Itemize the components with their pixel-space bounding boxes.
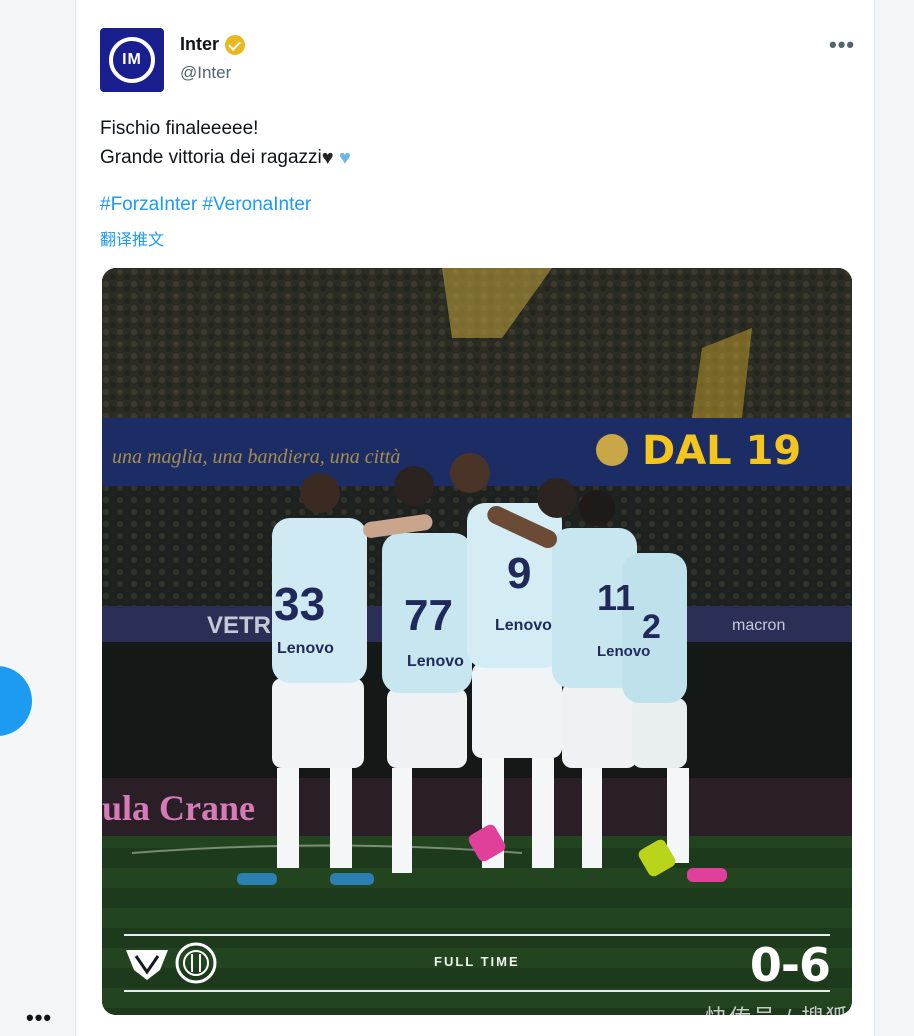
watermark: 快传号 / 搜狐 [705, 1005, 850, 1030]
ad-text-macron: macron [732, 617, 785, 634]
compose-button[interactable] [0, 666, 32, 736]
author-row: Inter [180, 34, 246, 55]
led-board-text: ula Crane [102, 788, 255, 828]
full-time-label: FULL TIME [434, 954, 520, 969]
jersey-number: 2 [642, 608, 661, 646]
hashtag-link[interactable]: #VeronaInter [202, 194, 311, 215]
jersey-number: 77 [404, 591, 453, 640]
score-bar: FULL TIME 0-6 [124, 934, 831, 992]
inter-logo-icon: IM [109, 37, 155, 83]
jersey-sponsor: Lenovo [407, 653, 464, 670]
translate-link[interactable]: 翻译推文 [100, 226, 164, 250]
match-score: 0-6 [749, 938, 831, 992]
more-menu-icon[interactable]: ••• [26, 1007, 52, 1029]
user-handle[interactable]: @Inter [180, 63, 231, 83]
left-sidebar: ••• [0, 0, 76, 1036]
tweet-line-1: Fischio finaleeeee! [100, 118, 259, 139]
verified-badge-icon [225, 34, 246, 55]
avatar-monogram: IM [122, 51, 142, 68]
tweet-line-2: Grande vittoria dei ragazzi♥ ♥ [100, 143, 351, 173]
tweet-line-2-text: Grande vittoria dei ragazzi [100, 147, 322, 168]
banner-motto: una maglia, una bandiera, una città [112, 446, 400, 468]
ad-text-vetr: VETR [207, 612, 271, 639]
hashtag-row: #ForzaInter #VeronaInter [100, 194, 311, 216]
jersey-sponsor: Lenovo [597, 643, 650, 660]
display-name[interactable]: Inter [180, 34, 219, 55]
verona-badge-icon [596, 434, 628, 466]
match-photo: una maglia, una bandiera, una città DAL … [102, 268, 852, 1015]
jersey-number: 9 [507, 549, 531, 598]
black-heart-icon: ♥ [321, 147, 334, 169]
banner-text: DAL 19 [642, 428, 801, 474]
more-options-icon[interactable]: ••• [829, 32, 855, 58]
tweet-photo[interactable]: una maglia, una bandiera, una città DAL … [102, 268, 852, 1015]
tweet-text: Fischio finaleeeee! Grande vittoria dei … [100, 114, 351, 173]
hashtag-link[interactable]: #ForzaInter [100, 194, 197, 215]
divider-bottom [124, 990, 830, 992]
blue-heart-icon: ♥ [338, 147, 351, 169]
jersey-number: 33 [274, 578, 325, 630]
divider-top [124, 934, 830, 936]
jersey-sponsor: Lenovo [495, 617, 552, 634]
right-sidebar [874, 0, 914, 1036]
jersey-sponsor: Lenovo [277, 640, 334, 657]
jersey-number: 11 [597, 577, 635, 618]
avatar[interactable]: IM [100, 28, 164, 92]
tweet-card: IM Inter @Inter ••• Fischio finaleeeee! … [77, 0, 874, 1036]
